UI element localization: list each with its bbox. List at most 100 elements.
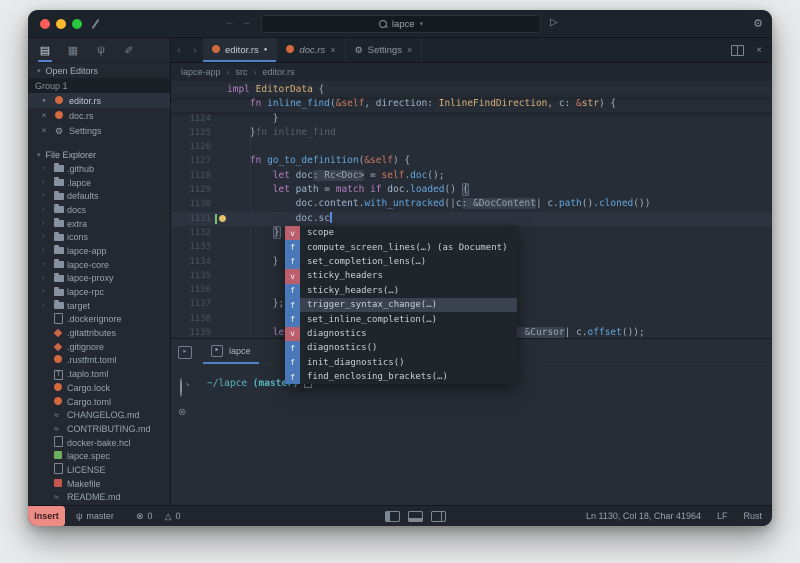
file-tree-item[interactable]: ›target [28,299,170,313]
completion-item[interactable]: fsticky_headers(…) [285,284,517,298]
branch-indicator[interactable]: ψ master [76,506,114,526]
maximize-window-button[interactable] [72,19,82,29]
minimize-window-button[interactable] [56,19,66,29]
open-editor-item[interactable]: ×doc.rs [28,108,170,123]
completion-item[interactable]: vsticky_headers [285,269,517,283]
tab-doc.rs[interactable]: doc.rs× [277,38,345,62]
completion-item[interactable]: vdiagnostics [285,327,517,341]
file-tree-item[interactable]: .gitignore [28,340,170,354]
file-tree-item[interactable]: ›lapce-rpc [28,285,170,299]
file-tree-item[interactable]: ›docs [28,203,170,217]
source-control-icon[interactable]: ψ [94,44,108,56]
tabs-forward-icon[interactable]: › [187,38,203,62]
file-tree-item[interactable]: ≈CONTRIBUTING.md [28,422,170,436]
modified-dot-icon[interactable]: ● [39,98,49,104]
open-editors-title: Open Editors [46,66,99,76]
extensions-icon[interactable]: ▦ [66,44,80,57]
close-window-button[interactable] [40,19,50,29]
file-tree-item[interactable]: lapce.spec [28,449,170,463]
completion-item[interactable]: fdiagnostics() [285,341,517,355]
nav-forward-button[interactable]: → [241,17,251,28]
file-tree-item[interactable]: ≈README.md [28,491,170,505]
language-mode[interactable]: Rust [743,511,762,521]
file-tree-item[interactable]: Cargo.toml [28,395,170,409]
tab-bar-actions: × [731,38,772,62]
close-icon[interactable]: × [330,45,335,55]
file-tree-item[interactable]: ›.lapce [28,176,170,190]
completion-item[interactable]: ftrigger_syntax_change(…) [285,298,517,312]
cursor-position[interactable]: Ln 1130, Col 18, Char 41964 [586,511,701,521]
toolbar-toggle-icon[interactable] [92,19,100,29]
breadcrumb-item[interactable]: lapce-app [181,67,221,77]
file-tree-item[interactable]: ›lapce-proxy [28,272,170,286]
file-tree-item[interactable]: LICENSE [28,463,170,477]
file-explorer-header[interactable]: ▾ File Explorer [28,147,170,162]
close-editor-icon[interactable]: × [756,45,762,56]
close-icon[interactable]: × [39,111,49,120]
code-line[interactable]: 1130 doc.content.with_untracked(|c: &Doc… [171,197,772,211]
completion-item[interactable]: fset_inline_completion(…) [285,312,517,326]
line-ending[interactable]: LF [717,511,728,521]
rust-icon [212,45,220,53]
tab-editor.rs[interactable]: editor.rs● [203,38,277,62]
file-tree-item[interactable]: T.taplo.toml [28,367,170,381]
run-button[interactable]: ▷ [550,17,558,28]
terminal-content[interactable]: ~/lapce (master) [199,363,772,506]
completion-item[interactable]: fset_completion_lens(…) [285,255,517,269]
file-explorer-icon[interactable]: ▤ [38,44,52,57]
completion-item[interactable]: ffind_enclosing_brackets(…) [285,370,517,384]
file-tree-item[interactable]: ›extra [28,217,170,231]
code-line[interactable]: 1124 } [171,112,772,126]
file-tree-item[interactable]: .dockerignore [28,313,170,327]
lightbulb-icon[interactable] [219,215,226,222]
completion-item[interactable]: fcompute_screen_lines(…) (as Document) [285,240,517,254]
debug-icon[interactable]: ✐ [122,44,136,57]
file-tree-item[interactable]: ≈CHANGELOG.md [28,408,170,422]
code-line[interactable]: 1126 [171,140,772,154]
mode-badge[interactable]: Insert [28,506,65,526]
problems-icon[interactable]: ⊗ [178,407,186,418]
open-editor-item[interactable]: ●editor.rs [28,93,170,108]
file-tree-item[interactable]: docker-bake.hcl [28,436,170,450]
settings-gear-icon[interactable]: ⚙ [753,17,763,30]
close-icon[interactable]: × [407,45,412,55]
modified-dot-icon[interactable]: ● [264,47,268,53]
file-tree-item[interactable]: ›lapce-core [28,258,170,272]
code-line[interactable]: 1129 let path = match if doc.loaded() { [171,183,772,197]
code-line[interactable]: 1127 fn go_to_definition(&self) { [171,154,772,168]
split-editor-icon[interactable] [731,45,744,56]
tabs-back-icon[interactable]: ‹ [171,38,187,62]
breadcrumb-item[interactable]: src [236,67,248,77]
tab-Settings[interactable]: ⚙Settings× [346,38,423,62]
chevron-right-icon: › [42,218,45,227]
sticky-header-line[interactable]: fn inline_find(&self, direction: InlineF… [171,97,772,111]
toggle-left-panel-icon[interactable] [385,511,400,522]
open-editors-header[interactable]: ▾ Open Editors [28,63,170,78]
command-palette-input[interactable]: lapce ▾ [261,15,541,33]
code-line[interactable]: 1128 let doc: Rc<Doc> = self.doc(); [171,169,772,183]
toggle-right-panel-icon[interactable] [431,511,446,522]
breadcrumb-item[interactable]: editor.rs [263,67,295,77]
file-tree-item[interactable]: ›lapce-app [28,244,170,258]
file-tree-item[interactable]: .gitattributes [28,326,170,340]
search-icon[interactable] [180,379,182,397]
problems-indicator[interactable]: ⊗ 0 △ 0 [136,506,181,526]
completion-item[interactable]: finit_diagnostics() [285,356,517,370]
file-tree-item[interactable]: .rustfmt.toml [28,354,170,368]
file-tree-item[interactable]: Cargo.lock [28,381,170,395]
code-line[interactable]: 1125 }fn inline_find [171,126,772,140]
nav-back-button[interactable]: ← [225,17,235,28]
file-tree-item[interactable]: Makefile [28,477,170,491]
file-tree-item[interactable]: ›icons [28,230,170,244]
terminal-tab[interactable]: ▸ lapce [203,339,259,363]
completion-item[interactable]: vscope [285,226,517,240]
close-icon[interactable]: × [39,126,49,135]
sticky-header-line[interactable]: impl EditorData { [171,83,772,97]
file-tree-item[interactable]: ›.github [28,162,170,176]
toggle-bottom-panel-icon[interactable] [408,511,423,522]
file-tree-item[interactable]: ›defaults [28,189,170,203]
code-line[interactable]: 1131 doc.sc [171,212,772,226]
breadcrumb: lapce-app › src › editor.rs [171,63,772,81]
terminal-icon[interactable]: ▸ [178,346,192,359]
open-editor-item[interactable]: ×⚙Settings [28,123,170,138]
